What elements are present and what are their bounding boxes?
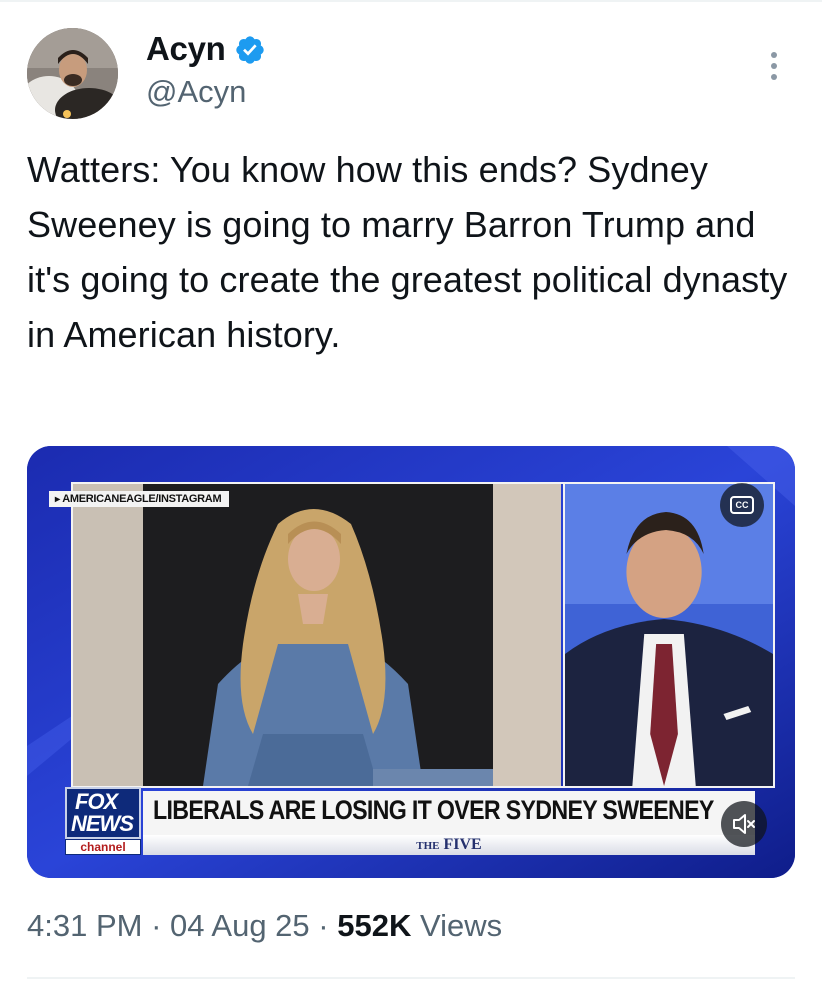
author-handle[interactable]: @Acyn: [146, 74, 246, 110]
verified-badge-icon: [236, 36, 264, 64]
logo-line-3: channel: [65, 839, 141, 855]
profile-avatar: [27, 28, 118, 119]
photo-credit: AMERICANEAGLE/INSTAGRAM: [49, 491, 230, 507]
chyron: LIBERALS ARE LOSING IT OVER SYDNEY SWEEN…: [143, 791, 755, 835]
tweet-meta: 4:31 PM · 04 Aug 25 · 552K Views: [27, 908, 502, 944]
closed-captions-icon: CC: [730, 496, 754, 514]
meta-separator: ·: [151, 908, 162, 943]
chyron-headline: LIBERALS ARE LOSING IT OVER SYDNEY SWEEN…: [153, 795, 714, 825]
video-player[interactable]: AMERICANEAGLE/INSTAGRAM CC FOX NEWS chan…: [27, 446, 795, 878]
avatar[interactable]: [27, 28, 118, 119]
show-name: FIVE: [443, 836, 482, 853]
show-banner: THE FIVE: [143, 835, 755, 855]
views-label: Views: [419, 908, 503, 943]
top-divider: [0, 0, 822, 2]
more-options-icon[interactable]: [762, 46, 786, 86]
meta-separator: ·: [318, 908, 329, 943]
tweet-time[interactable]: 4:31 PM: [27, 908, 142, 943]
speaker-muted-icon: [733, 814, 755, 834]
mute-toggle-button[interactable]: [721, 801, 767, 847]
views-count: 552K: [337, 908, 412, 943]
closed-captions-button[interactable]: CC: [720, 483, 764, 527]
tweet-text: Watters: You know how this ends? Sydney …: [27, 149, 788, 355]
host-camera-feed: [563, 484, 773, 786]
logo-line-2: NEWS: [71, 811, 134, 836]
tweet-date[interactable]: 04 Aug 25: [170, 908, 310, 943]
fox-news-logo: FOX NEWS channel: [65, 787, 141, 859]
show-prefix: THE: [416, 840, 440, 852]
author-display-name[interactable]: Acyn: [146, 30, 226, 68]
instagram-photo: [73, 484, 561, 786]
bottom-divider: [27, 977, 795, 979]
